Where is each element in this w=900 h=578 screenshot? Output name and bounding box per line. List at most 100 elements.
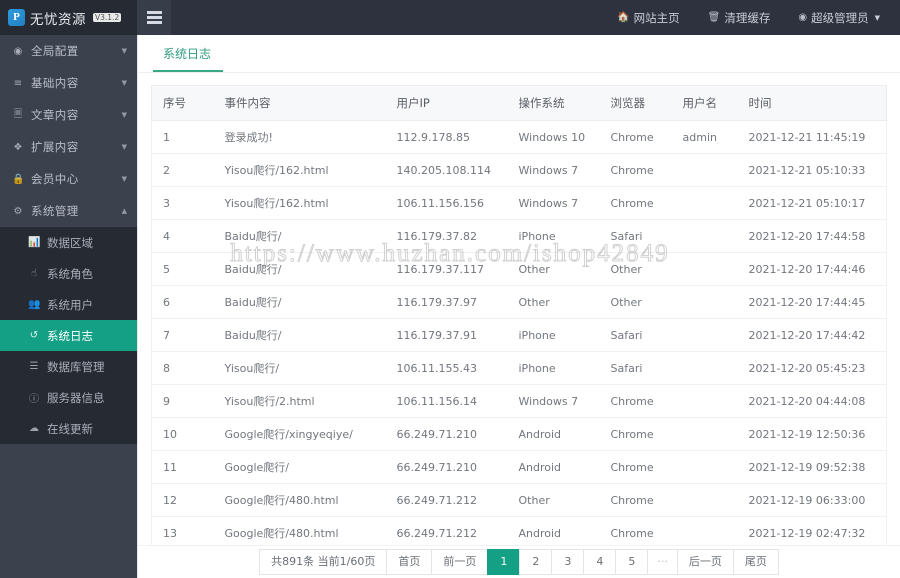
- sidebar-label-extension-content: 扩展内容: [31, 140, 79, 154]
- table-head: 序号 事件内容 用户IP 操作系统 浏览器 用户名 时间: [151, 85, 887, 121]
- pagination-page-3[interactable]: 3: [551, 549, 584, 575]
- cell-event: Google爬行/: [213, 450, 386, 484]
- sidebar-item-database-management[interactable]: ☰ 数据库管理: [0, 351, 137, 382]
- cell-index: 13: [151, 516, 214, 545]
- hamburger-icon[interactable]: [137, 0, 171, 35]
- sidebar-item-server-info[interactable]: ⓘ 服务器信息: [0, 382, 137, 413]
- pagination-page-4[interactable]: 4: [583, 549, 616, 575]
- home-icon: 🏠: [617, 12, 630, 23]
- pagination-first[interactable]: 首页: [386, 549, 432, 575]
- cell-username: [671, 450, 738, 484]
- brand-logo[interactable]: P 无忧资源 V3.1.2: [0, 0, 137, 35]
- table-row: 9 Yisou爬行/2.html 106.11.156.14 Windows 7 Chr…: [151, 384, 887, 418]
- nav-site-home[interactable]: 🏠 网站主页: [603, 0, 693, 35]
- sidebar-item-system-log[interactable]: ↺ 系统日志: [0, 320, 137, 351]
- col-header-time: 时间: [737, 85, 887, 121]
- cell-index: 3: [151, 186, 214, 220]
- cell-event: Yisou爬行/162.html: [213, 186, 386, 220]
- col-header-user-ip: 用户IP: [385, 85, 508, 121]
- sidebar-item-extension-content[interactable]: ❖ 扩展内容 ▼: [0, 131, 137, 163]
- hamburger-bars: [146, 11, 162, 24]
- cloud-icon: ☁: [29, 423, 39, 434]
- sidebar-label-member-center: 会员中心: [31, 172, 79, 186]
- table-row: 12 Google爬行/480.html 66.249.71.212 Other Chr…: [151, 483, 887, 517]
- cell-user-ip: 66.249.71.210: [385, 417, 508, 451]
- table-row: 7 Baidu爬行/116.179.37.91 iPhone Safari 2021-1…: [151, 318, 887, 352]
- sidebar-nav: ◉ 全局配置 ▼ ≡ 基础内容 ▼ 🗏 文章内容 ▼ ❖ 扩展内容 ▼ 🔒 会员…: [0, 35, 137, 578]
- cell-user-ip: 66.249.71.212: [385, 483, 508, 517]
- nav-clear-cache[interactable]: 🗑 清理缓存: [694, 0, 785, 35]
- pagination-page-1[interactable]: 1: [487, 549, 520, 575]
- cell-user-ip: 116.179.37.91: [385, 318, 508, 352]
- nav-clear-cache-label: 清理缓存: [724, 10, 771, 25]
- document-icon: 🗏: [13, 108, 23, 120]
- sidebar-label-online-update: 在线更新: [47, 421, 93, 436]
- cell-event: Yisou爬行/162.html: [213, 153, 386, 187]
- cell-event: Baidu爬行/: [213, 285, 386, 319]
- pagination-group: 共891条 当前1/60页 首页 前一页 1 2 3 4 5 ··· 后一页 尾…: [259, 549, 779, 575]
- sidebar-item-system-management[interactable]: ⚙ 系统管理 ▲: [0, 195, 137, 227]
- sidebar-item-system-roles[interactable]: ☝ 系统角色: [0, 258, 137, 289]
- cell-os: Other: [507, 285, 600, 319]
- pagination-next[interactable]: 后一页: [676, 549, 733, 575]
- cell-time: 2021-12-20 17:44:58: [737, 219, 887, 253]
- table-row: 11 Google爬行/66.249.71.210 Android Chrome 202…: [151, 450, 887, 484]
- cell-browser: Other: [599, 285, 672, 319]
- sidebar-label-system-log: 系统日志: [47, 328, 93, 343]
- info-icon: ⓘ: [29, 394, 39, 405]
- cell-browser: Safari: [599, 351, 672, 385]
- cell-username: [671, 384, 738, 418]
- main-content: 系统日志 序号 事件内容 用户IP 操作系统 浏览器 用户名 时间 1 登录成功…: [137, 35, 900, 578]
- sidebar-submenu-system-management: 📊 数据区域 ☝ 系统角色 👥 系统用户 ↺ 系统日志 ☰ 数据库管理 ⓘ 服务…: [0, 227, 137, 444]
- nav-site-home-label: 网站主页: [633, 10, 680, 25]
- cell-index: 7: [151, 318, 214, 352]
- cell-os: iPhone: [507, 318, 600, 352]
- pagination-prev[interactable]: 前一页: [431, 549, 488, 575]
- cell-user-ip: 66.249.71.210: [385, 450, 508, 484]
- cell-username: [671, 186, 738, 220]
- cell-index: 11: [151, 450, 214, 484]
- cell-time: 2021-12-21 11:45:19: [737, 120, 887, 154]
- pagination-page-5[interactable]: 5: [615, 549, 648, 575]
- tab-system-log[interactable]: 系统日志: [153, 45, 224, 72]
- cell-index: 2: [151, 153, 214, 187]
- sidebar-item-data-area[interactable]: 📊 数据区域: [0, 227, 137, 258]
- cell-os: Other: [507, 252, 600, 286]
- hand-icon: ☝: [30, 268, 38, 279]
- sidebar-item-system-users[interactable]: 👥 系统用户: [0, 289, 137, 320]
- cell-event: Yisou爬行/2.html: [213, 384, 386, 418]
- cell-user-ip: 106.11.155.43: [385, 351, 508, 385]
- chart-icon: 📊: [28, 237, 41, 248]
- cell-time: 2021-12-19 12:50:36: [737, 417, 887, 451]
- sidebar-item-basic-content[interactable]: ≡ 基础内容 ▼: [0, 67, 137, 99]
- sidebar-item-member-center[interactable]: 🔒 会员中心 ▼: [0, 163, 137, 195]
- cell-event: Google爬行/480.html: [213, 483, 386, 517]
- table-row: 13 Google爬行/480.html 66.249.71.212 Android C…: [151, 516, 887, 545]
- nav-user-menu[interactable]: ◉ 超级管理员 ▼: [784, 0, 894, 35]
- logo-icon: P: [8, 9, 25, 26]
- sidebar-item-online-update[interactable]: ☁ 在线更新: [0, 413, 137, 444]
- cell-index: 4: [151, 219, 214, 253]
- sidebar-label-article-content: 文章内容: [31, 108, 79, 122]
- pagination-page-2[interactable]: 2: [519, 549, 552, 575]
- cell-os: Android: [507, 450, 600, 484]
- sidebar-label-system-users: 系统用户: [47, 297, 93, 312]
- pagination-last[interactable]: 尾页: [732, 549, 779, 575]
- pagination: 共891条 当前1/60页 首页 前一页 1 2 3 4 5 ··· 后一页 尾…: [138, 545, 900, 578]
- gear-icon: ⚙: [13, 205, 23, 217]
- cell-index: 1: [151, 120, 214, 154]
- table-row: 1 登录成功! 112.9.178.85 Windows 10 Chrome admin 2…: [151, 120, 887, 154]
- cell-browser: Chrome: [599, 186, 672, 220]
- database-icon: ☰: [29, 361, 39, 372]
- cell-time: 2021-12-20 17:44:42: [737, 318, 887, 352]
- cell-username: [671, 153, 738, 187]
- sidebar-label-server-info: 服务器信息: [47, 390, 105, 405]
- table-body: 1 登录成功! 112.9.178.85 Windows 10 Chrome admin 2…: [151, 120, 887, 545]
- table-header-row: 序号 事件内容 用户IP 操作系统 浏览器 用户名 时间: [151, 85, 887, 121]
- chevron-down-icon: ▼: [874, 13, 880, 22]
- sidebar-item-article-content[interactable]: 🗏 文章内容 ▼: [0, 99, 137, 131]
- globe-icon: ◉: [13, 45, 23, 57]
- cell-time: 2021-12-19 02:47:32: [737, 516, 887, 545]
- sidebar-item-global-config[interactable]: ◉ 全局配置 ▼: [0, 35, 137, 67]
